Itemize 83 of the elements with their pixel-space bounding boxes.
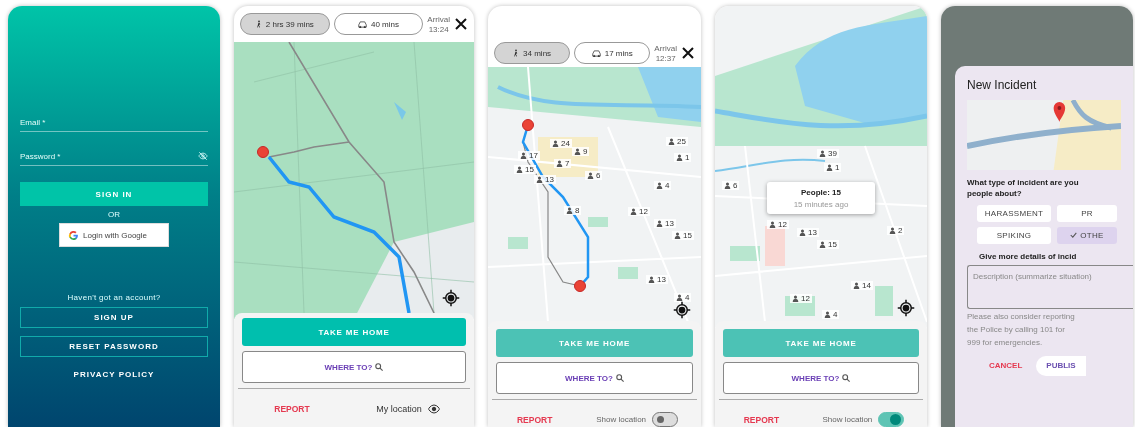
- google-logo-icon: [68, 229, 79, 241]
- location-label: My location: [376, 403, 422, 414]
- travel-mode-tab[interactable]: 2 hrs 39 mins: [240, 13, 330, 35]
- walking-person-icon: [513, 49, 520, 57]
- person-icon: [656, 220, 663, 227]
- location-label: Show location: [822, 415, 873, 424]
- person-icon: [799, 229, 806, 236]
- arrival-label: Arrival: [427, 14, 450, 24]
- sign-up-button[interactable]: SIGN UP: [20, 307, 208, 328]
- report-button[interactable]: REPORT: [510, 413, 559, 426]
- locate-icon[interactable]: [897, 299, 915, 317]
- location-label: Show location: [596, 415, 647, 424]
- person-icon: [824, 311, 831, 318]
- arrival-time: 13:24: [428, 24, 449, 34]
- person-icon: [648, 276, 655, 283]
- police-note: the Police by calling 101 for: [967, 324, 1066, 335]
- close-button[interactable]: [454, 17, 468, 31]
- eye-icon[interactable]: [427, 403, 440, 414]
- person-icon: [724, 182, 731, 189]
- incident-type-chip[interactable]: HARASSMENT: [977, 204, 1051, 222]
- incident-type-chip[interactable]: OTHE: [1057, 226, 1117, 244]
- where-to-button[interactable]: WHERE TO?: [242, 351, 466, 383]
- person-icon: [769, 221, 776, 228]
- google-login-button[interactable]: Login with Google: [59, 223, 169, 247]
- search-icon: [615, 374, 624, 382]
- person-icon: [536, 176, 543, 183]
- close-button[interactable]: [681, 46, 695, 60]
- check-icon: [1070, 232, 1078, 239]
- person-icon: [792, 295, 799, 302]
- popup-time: 15 minutes ago: [793, 199, 849, 209]
- travel-mode-tab[interactable]: 34 mins: [494, 42, 571, 64]
- reset-password-button[interactable]: RESET PASSWORD: [20, 336, 208, 357]
- where-to-button[interactable]: WHERE TO?: [496, 362, 693, 394]
- person-icon: [587, 172, 594, 179]
- person-icon: [516, 166, 523, 173]
- person-icon: [566, 207, 573, 214]
- location-toggle[interactable]: [878, 412, 905, 427]
- person-icon: [520, 152, 527, 159]
- dialog-title: New Incident: [967, 78, 1038, 92]
- police-note: 999 for emergencies.: [967, 337, 1044, 348]
- walking-person-icon: [255, 20, 262, 28]
- description-field[interactable]: Description (summarize situation): [967, 264, 1133, 309]
- person-icon: [853, 282, 860, 289]
- person-icon: [630, 208, 637, 215]
- person-icon: [676, 294, 683, 301]
- person-icon: [552, 140, 559, 147]
- person-icon: [826, 164, 833, 171]
- travel-mode-tab[interactable]: 40 mins: [333, 13, 424, 35]
- car-icon: [591, 49, 601, 57]
- arrival-time: 12:37: [655, 53, 676, 63]
- password-field[interactable]: Password *: [20, 140, 208, 166]
- eye-off-icon[interactable]: [198, 151, 208, 161]
- incident-type-question: What type of incident are you: [967, 178, 1080, 189]
- locate-icon[interactable]: [673, 301, 691, 319]
- account-prompt: Haven't got an account?: [67, 293, 161, 302]
- incident-type-question: people about?: [967, 188, 1023, 200]
- where-to-button[interactable]: WHERE TO?: [723, 362, 919, 394]
- incident-type-chip[interactable]: PR: [1057, 204, 1117, 222]
- person-icon: [668, 138, 675, 145]
- publish-button[interactable]: PUBLIS: [1036, 355, 1086, 376]
- location-toggle[interactable]: [652, 412, 679, 427]
- privacy-policy-link[interactable]: PRIVACY POLICY: [67, 369, 161, 380]
- person-icon: [819, 241, 826, 248]
- details-label: Give more details of incid: [979, 251, 1078, 261]
- person-icon: [889, 227, 896, 234]
- person-icon: [819, 150, 826, 157]
- travel-mode-tab[interactable]: 17 mins: [574, 42, 651, 64]
- person-icon: [574, 148, 581, 155]
- person-icon: [676, 154, 683, 161]
- or-separator: OR: [108, 210, 120, 219]
- search-icon: [842, 374, 851, 382]
- person-icon: [556, 160, 563, 167]
- person-icon: [674, 232, 681, 239]
- person-icon: [656, 182, 663, 189]
- report-button[interactable]: REPORT: [737, 413, 786, 426]
- police-note: Please also consider reporting: [967, 311, 1076, 322]
- popup-title: People: 15: [801, 187, 841, 197]
- incident-type-chip[interactable]: SPIKING: [977, 226, 1051, 244]
- locate-icon[interactable]: [442, 289, 460, 307]
- report-button[interactable]: REPORT: [268, 402, 316, 415]
- arrival-label: Arrival: [654, 43, 677, 53]
- search-icon: [375, 363, 384, 371]
- car-icon: [358, 20, 367, 28]
